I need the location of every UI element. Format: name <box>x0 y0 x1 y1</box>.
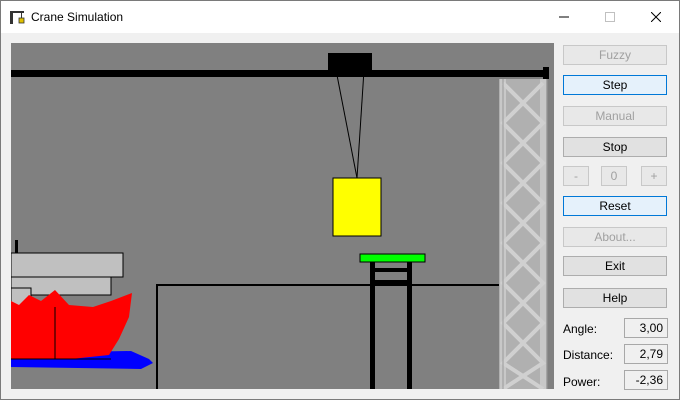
crane-scene <box>11 53 549 389</box>
reset-button[interactable]: Reset <box>563 196 667 216</box>
control-panel: Fuzzy Step Manual Stop - 0 + Reset About… <box>557 41 677 391</box>
close-button[interactable] <box>633 1 679 33</box>
close-icon <box>651 12 661 22</box>
power-label: Power: <box>563 375 601 389</box>
crane-icon <box>10 11 25 24</box>
crane-rope <box>335 69 358 179</box>
stop-button[interactable]: Stop <box>563 137 667 157</box>
distance-label: Distance: <box>563 348 614 362</box>
angle-label: Angle: <box>563 322 598 336</box>
ship <box>11 240 132 360</box>
about-button: About... <box>563 227 667 247</box>
increment-button: + <box>641 166 667 186</box>
maximize-icon <box>605 12 615 22</box>
distance-value: 2,79 <box>624 344 668 364</box>
minimize-icon <box>559 16 569 18</box>
angle-value: 3,00 <box>624 318 668 338</box>
crane-rail <box>11 70 549 77</box>
manual-button: Manual <box>563 106 667 126</box>
maximize-button <box>587 1 633 33</box>
decrement-button: - <box>563 166 589 186</box>
crane-tower <box>499 79 548 389</box>
simulation-canvas <box>11 43 554 389</box>
minimize-button[interactable] <box>541 1 587 33</box>
app-window: Crane Simulation Fuzzy Step Manual Stop … <box>0 0 680 400</box>
crane-trolley <box>328 53 372 70</box>
step-button[interactable]: Step <box>563 75 667 95</box>
window-title: Crane Simulation <box>31 10 124 24</box>
exit-button[interactable]: Exit <box>563 256 667 276</box>
fuzzy-button: Fuzzy <box>563 45 667 65</box>
manual-value-field: 0 <box>601 166 627 186</box>
quay <box>156 284 499 389</box>
container <box>332 177 382 237</box>
target-platform <box>359 253 426 263</box>
power-value: -2,36 <box>624 370 668 390</box>
help-button[interactable]: Help <box>563 288 667 308</box>
title-bar[interactable]: Crane Simulation <box>1 1 679 33</box>
